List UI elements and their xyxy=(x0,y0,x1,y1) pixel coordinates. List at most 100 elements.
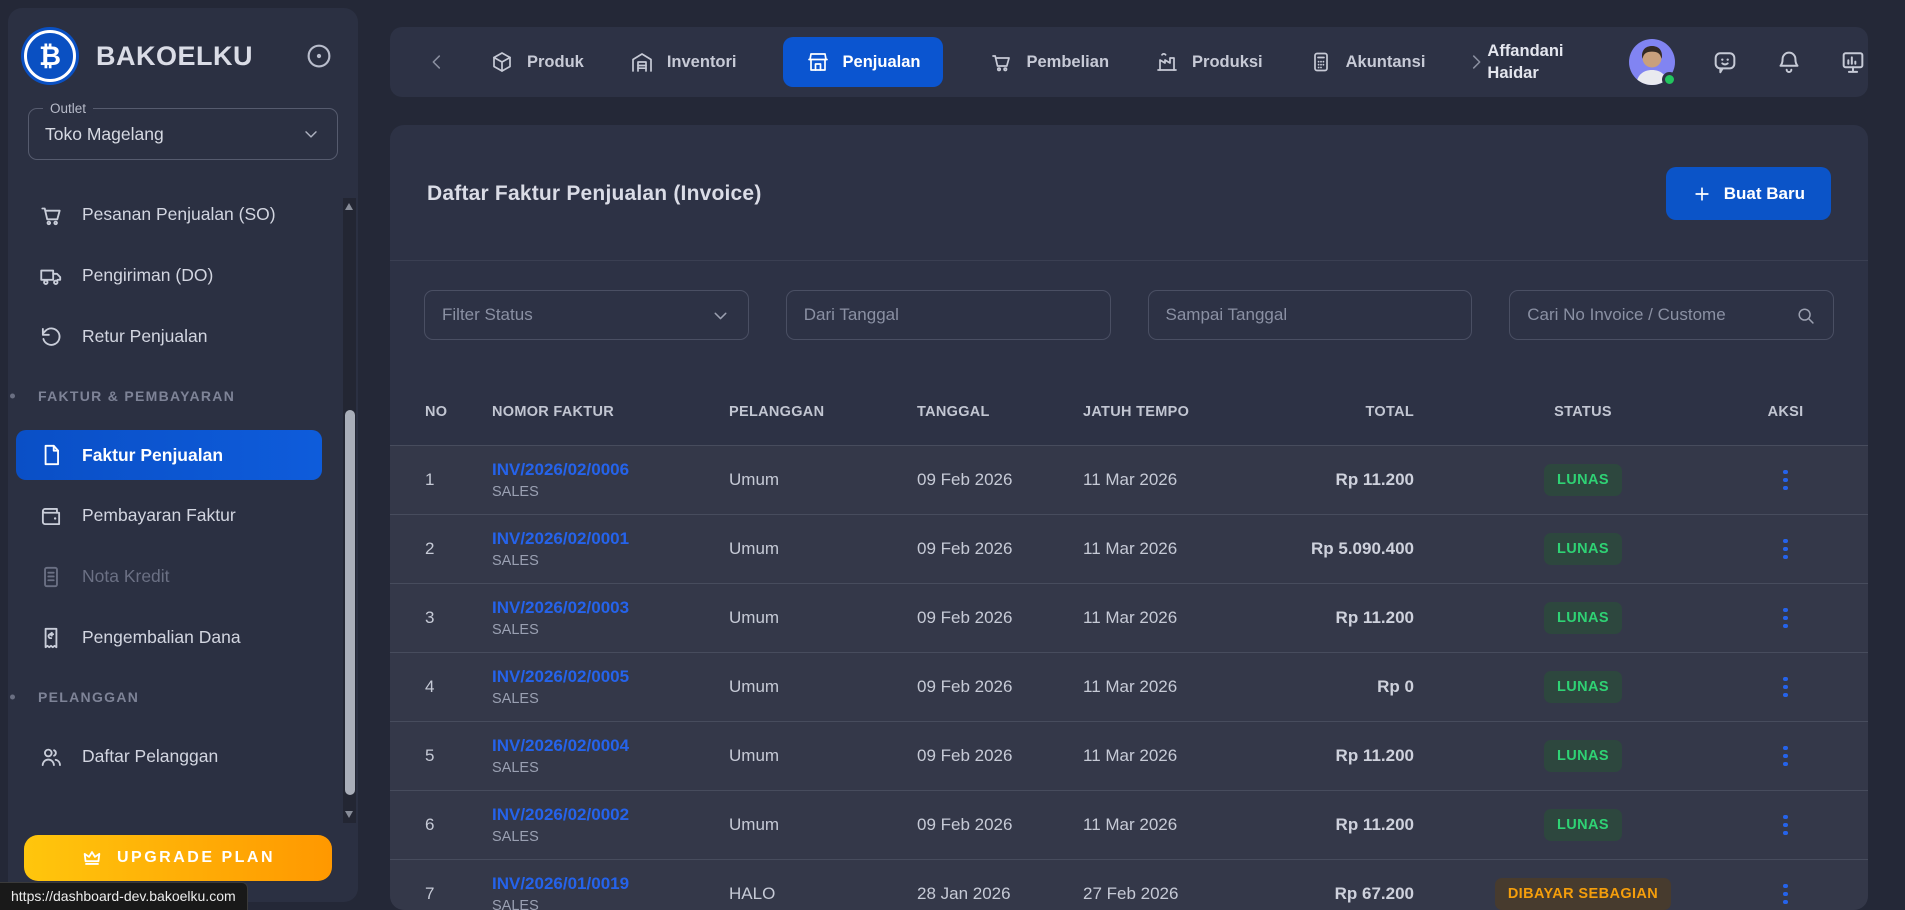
row-actions-kebab-icon[interactable] xyxy=(1778,741,1793,772)
sidebar-item-pengembalian-dana[interactable]: Pengembalian Dana xyxy=(8,607,358,668)
store-icon xyxy=(806,50,830,74)
search-input[interactable] xyxy=(1527,305,1795,325)
tab-penjualan[interactable]: Penjualan xyxy=(783,37,944,87)
invoice-type: SALES xyxy=(492,622,729,638)
column-header: STATUS xyxy=(1428,404,1738,420)
invoice-date: 09 Feb 2026 xyxy=(917,746,1083,766)
sidebar-item-pengiriman[interactable]: Pengiriman (DO) xyxy=(8,245,358,306)
due-date: 11 Mar 2026 xyxy=(1083,746,1288,766)
invoice-link[interactable]: INV/2026/01/0019 xyxy=(492,874,629,894)
sidebar-item-label: Faktur Penjualan xyxy=(82,445,223,466)
invoice-type: SALES xyxy=(492,484,729,500)
tab-pembelian[interactable]: Pembelian xyxy=(989,50,1109,74)
due-date: 11 Mar 2026 xyxy=(1083,815,1288,835)
tab-akuntansi[interactable]: Akuntansi xyxy=(1309,50,1426,74)
status-badge: LUNAS xyxy=(1544,809,1622,841)
tab-produk[interactable]: Produk xyxy=(490,50,584,74)
invoice-table-header: NONOMOR FAKTURPELANGGANTANGGALJATUH TEMP… xyxy=(390,379,1868,446)
top-navigation-bar: Produk Inventori Penjualan Pembelian Pro… xyxy=(390,27,1868,97)
sidebar-item-label: Daftar Pelanggan xyxy=(82,746,218,767)
total-amount: Rp 0 xyxy=(1288,677,1428,697)
invoice-date: 28 Jan 2026 xyxy=(917,884,1083,904)
nav-scroll-left-icon[interactable] xyxy=(426,51,448,73)
invoice-date: 09 Feb 2026 xyxy=(917,608,1083,628)
sidebar-item-label: Pembayaran Faktur xyxy=(82,505,236,526)
sidebar-pin-icon[interactable] xyxy=(304,41,334,71)
outlet-label: Outlet xyxy=(43,101,93,116)
tab-produksi[interactable]: Produksi xyxy=(1155,50,1263,74)
column-header: AKSI xyxy=(1738,404,1833,420)
feedback-chat-icon[interactable] xyxy=(1711,48,1739,76)
invoice-link[interactable]: INV/2026/02/0002 xyxy=(492,805,629,825)
module-tabs: Produk Inventori Penjualan Pembelian Pro… xyxy=(490,37,1425,87)
row-actions-kebab-icon[interactable] xyxy=(1778,672,1793,703)
sidebar-scrollbar[interactable] xyxy=(343,198,356,823)
notifications-bell-icon[interactable] xyxy=(1775,48,1803,76)
row-number: 5 xyxy=(425,746,492,766)
tab-label: Produksi xyxy=(1192,53,1263,72)
tab-inventori[interactable]: Inventori xyxy=(630,50,737,74)
invoice-link[interactable]: INV/2026/02/0001 xyxy=(492,529,629,549)
cube-icon xyxy=(490,50,514,74)
row-actions-kebab-icon[interactable] xyxy=(1778,465,1793,496)
invoice-date: 09 Feb 2026 xyxy=(917,677,1083,697)
plus-icon xyxy=(1692,184,1712,204)
status-filter-select[interactable]: Filter Status xyxy=(424,290,749,340)
section-faktur-pembayaran: FAKTUR & PEMBAYARAN xyxy=(8,367,358,425)
scroll-down-arrow[interactable] xyxy=(345,811,353,818)
sidebar-menu: Pesanan Penjualan (SO) Pengiriman (DO) R… xyxy=(8,184,358,787)
status-filter-placeholder: Filter Status xyxy=(442,305,533,325)
row-actions-kebab-icon[interactable] xyxy=(1778,879,1793,910)
table-row: 4INV/2026/02/0005SALESUmum09 Feb 202611 … xyxy=(390,653,1868,722)
row-number: 1 xyxy=(425,470,492,490)
online-status-dot xyxy=(1662,72,1677,87)
sidebar-item-faktur-penjualan[interactable]: Faktur Penjualan xyxy=(16,430,322,480)
row-actions-kebab-icon[interactable] xyxy=(1778,603,1793,634)
status-badge: LUNAS xyxy=(1544,740,1622,772)
invoice-link[interactable]: INV/2026/02/0004 xyxy=(492,736,629,756)
card-header: Daftar Faktur Penjualan (Invoice) Buat B… xyxy=(390,125,1868,261)
scroll-up-arrow[interactable] xyxy=(345,203,353,210)
create-invoice-label: Buat Baru xyxy=(1724,184,1805,204)
scrollbar-thumb[interactable] xyxy=(345,410,355,795)
outlet-select[interactable]: Outlet Toko Magelang xyxy=(28,108,338,160)
create-invoice-button[interactable]: Buat Baru xyxy=(1666,167,1831,220)
sidebar-item-pembayaran-faktur[interactable]: Pembayaran Faktur xyxy=(8,485,358,546)
sidebar-item-retur-penjualan[interactable]: Retur Penjualan xyxy=(8,306,358,367)
tab-label: Penjualan xyxy=(843,53,921,72)
upgrade-plan-button[interactable]: UPGRADE PLAN xyxy=(24,835,332,881)
invoice-list-card: Daftar Faktur Penjualan (Invoice) Buat B… xyxy=(390,125,1868,910)
tab-label: Pembelian xyxy=(1026,53,1109,72)
sidebar-item-daftar-pelanggan[interactable]: Daftar Pelanggan xyxy=(8,726,358,787)
calculator-icon xyxy=(1309,50,1333,74)
sidebar-item-nota-kredit[interactable]: Nota Kredit xyxy=(8,546,358,607)
customer-name: Umum xyxy=(729,677,917,697)
invoice-link[interactable]: INV/2026/02/0005 xyxy=(492,667,629,687)
sidebar-item-label: Pesanan Penjualan (SO) xyxy=(82,204,276,225)
status-badge: LUNAS xyxy=(1544,671,1622,703)
row-actions-kebab-icon[interactable] xyxy=(1778,534,1793,565)
upgrade-plan-label: UPGRADE PLAN xyxy=(117,849,275,867)
customer-name: Umum xyxy=(729,470,917,490)
row-number: 7 xyxy=(425,884,492,904)
invoice-type: SALES xyxy=(492,829,729,845)
page-title: Daftar Faktur Penjualan (Invoice) xyxy=(427,182,762,206)
invoice-link[interactable]: INV/2026/02/0006 xyxy=(492,460,629,480)
table-row: 5INV/2026/02/0004SALESUmum09 Feb 202611 … xyxy=(390,722,1868,791)
due-date: 11 Mar 2026 xyxy=(1083,677,1288,697)
date-to-input[interactable] xyxy=(1166,305,1455,325)
due-date: 27 Feb 2026 xyxy=(1083,884,1288,904)
nav-scroll-right-icon[interactable] xyxy=(1465,51,1487,73)
sidebar-item-pesanan-penjualan[interactable]: Pesanan Penjualan (SO) xyxy=(8,184,358,245)
user-avatar[interactable] xyxy=(1629,39,1675,85)
row-actions-kebab-icon[interactable] xyxy=(1778,810,1793,841)
date-from-input[interactable] xyxy=(804,305,1093,325)
search-icon[interactable] xyxy=(1795,305,1816,326)
display-monitor-icon[interactable] xyxy=(1839,48,1867,76)
factory-icon xyxy=(1155,50,1179,74)
due-date: 11 Mar 2026 xyxy=(1083,470,1288,490)
invoice-link[interactable]: INV/2026/02/0003 xyxy=(492,598,629,618)
sidebar: ₿ BAKOELKU Outlet Toko Magelang Pesanan … xyxy=(8,8,358,902)
wallet-icon xyxy=(38,503,64,529)
chevron-down-icon xyxy=(301,124,321,144)
